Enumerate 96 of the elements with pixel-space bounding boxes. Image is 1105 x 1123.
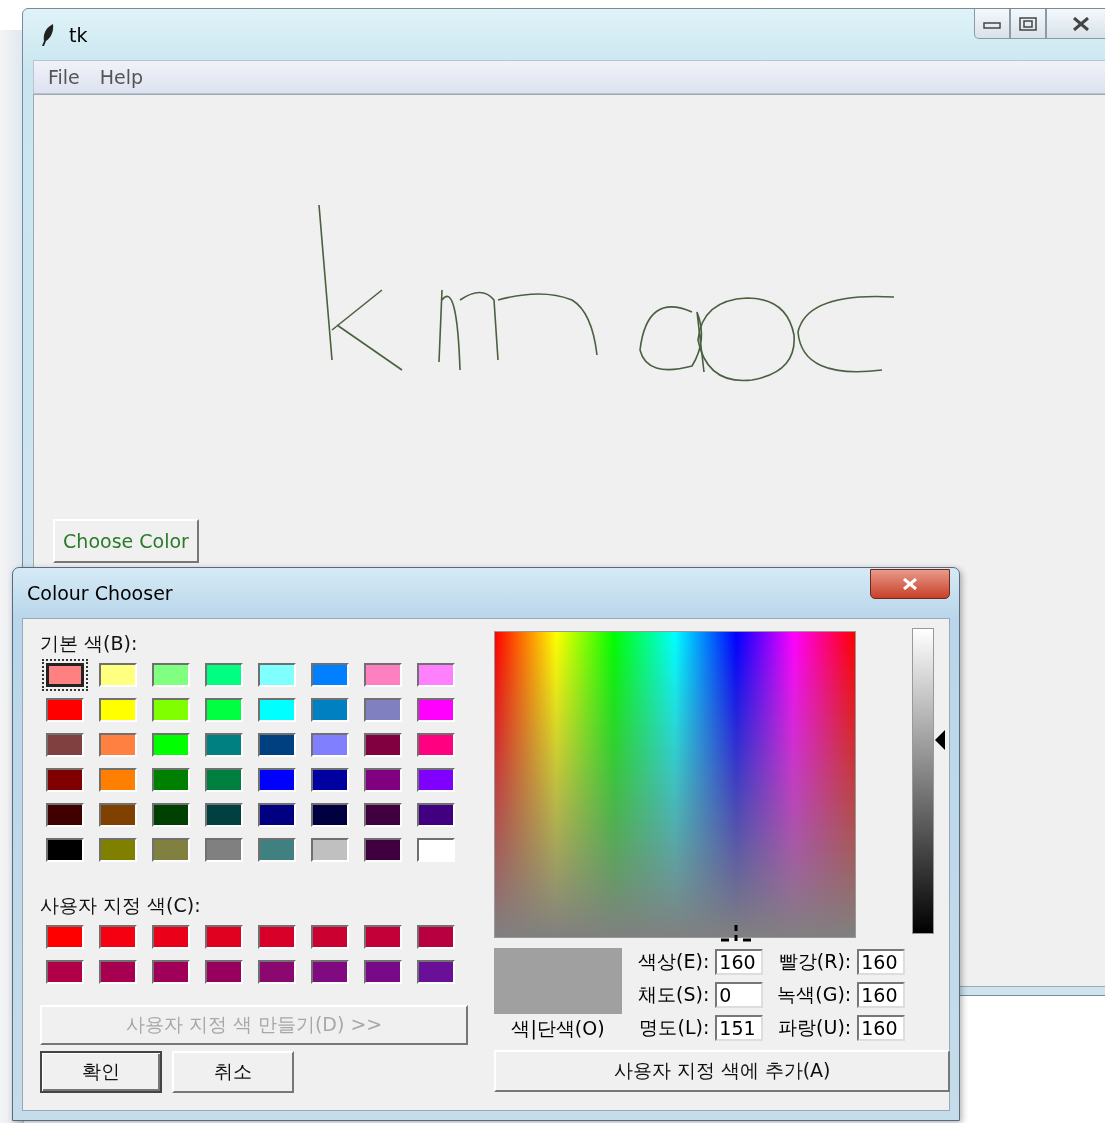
color-swatch[interactable]	[99, 733, 137, 757]
field-label: 채도(S):	[638, 982, 710, 1007]
color-swatch[interactable]	[152, 838, 190, 862]
color-swatch[interactable]	[417, 733, 455, 757]
maximize-button[interactable]	[1010, 9, 1046, 39]
color-swatch[interactable]	[152, 768, 190, 792]
color-swatch[interactable]	[46, 733, 84, 757]
color-swatch[interactable]	[46, 925, 84, 949]
color-swatch[interactable]	[311, 925, 349, 949]
color-swatch[interactable]	[205, 960, 243, 984]
color-swatch[interactable]	[99, 663, 137, 687]
cancel-button[interactable]: 취소	[172, 1051, 294, 1093]
color-swatch[interactable]	[152, 663, 190, 687]
color-swatch[interactable]	[205, 803, 243, 827]
color-swatch[interactable]	[258, 838, 296, 862]
color-swatch[interactable]	[258, 698, 296, 722]
color-swatch[interactable]	[205, 768, 243, 792]
color-swatch[interactable]	[364, 663, 402, 687]
color-swatch[interactable]	[311, 663, 349, 687]
add-to-custom-colors-button[interactable]: 사용자 지정 색에 추가(A)	[494, 1050, 950, 1092]
color-swatch[interactable]	[46, 960, 84, 984]
field-label: 명도(L):	[639, 1015, 710, 1041]
color-swatch[interactable]	[364, 960, 402, 984]
crosshair-icon	[719, 923, 753, 943]
color-swatch[interactable]	[417, 698, 455, 722]
color-swatch[interactable]	[364, 768, 402, 792]
value-field[interactable]: 160	[715, 948, 764, 975]
color-swatch[interactable]	[258, 803, 296, 827]
color-swatch[interactable]	[417, 803, 455, 827]
color-swatch[interactable]	[417, 768, 455, 792]
ok-button[interactable]: 확인	[40, 1051, 162, 1093]
color-swatch[interactable]	[417, 925, 455, 949]
color-swatch[interactable]	[99, 803, 137, 827]
value-field[interactable]: 160	[857, 1015, 906, 1042]
close-button[interactable]	[870, 569, 950, 599]
color-swatch[interactable]	[46, 803, 84, 827]
color-swatch[interactable]	[258, 768, 296, 792]
feather-icon	[41, 22, 55, 47]
color-swatch[interactable]	[152, 960, 190, 984]
color-swatch[interactable]	[311, 698, 349, 722]
color-swatch[interactable]	[364, 698, 402, 722]
solid-color-label: 색|단색(O)	[511, 1016, 605, 1042]
color-swatch[interactable]	[364, 733, 402, 757]
color-swatch[interactable]	[258, 733, 296, 757]
color-swatch[interactable]	[311, 768, 349, 792]
color-swatch[interactable]	[46, 768, 84, 792]
slider-arrow-icon[interactable]	[935, 730, 945, 751]
value-field[interactable]: 160	[857, 948, 906, 975]
value-field[interactable]: 160	[857, 982, 906, 1008]
color-swatch[interactable]	[364, 803, 402, 827]
value-field[interactable]: 151	[715, 1015, 764, 1042]
color-swatch[interactable]	[258, 960, 296, 984]
color-swatch[interactable]	[46, 838, 84, 862]
color-swatch[interactable]	[205, 838, 243, 862]
menu-item[interactable]: File	[48, 66, 80, 88]
color-swatch[interactable]	[311, 733, 349, 757]
value-field[interactable]: 0	[715, 982, 764, 1008]
close-button[interactable]	[1046, 9, 1105, 39]
color-swatch[interactable]	[152, 733, 190, 757]
color-swatch[interactable]	[417, 663, 455, 687]
field-label: 녹색(G):	[777, 982, 852, 1007]
color-swatch[interactable]	[311, 960, 349, 984]
field-label: 색상(E):	[638, 948, 710, 974]
dialog-title: Colour Chooser	[27, 582, 173, 604]
color-swatch[interactable]	[99, 768, 137, 792]
basic-colors-label: 기본 색(B):	[40, 631, 139, 656]
color-swatch[interactable]	[417, 960, 455, 984]
color-swatch[interactable]	[417, 838, 455, 862]
color-swatch[interactable]	[205, 663, 243, 687]
color-swatch[interactable]	[205, 733, 243, 757]
close-icon	[902, 578, 918, 590]
color-swatch[interactable]	[99, 838, 137, 862]
field-label: 빨강(R):	[778, 948, 852, 974]
menu-item[interactable]: Help	[99, 66, 144, 88]
color-swatch[interactable]	[258, 925, 296, 949]
color-swatch[interactable]	[46, 698, 84, 722]
color-swatch[interactable]	[205, 925, 243, 949]
color-swatch[interactable]	[311, 838, 349, 862]
maximize-icon	[1019, 16, 1037, 31]
color-swatch[interactable]	[99, 960, 137, 984]
minimize-button[interactable]	[974, 9, 1010, 39]
color-swatch[interactable]	[364, 925, 402, 949]
color-swatch[interactable]	[99, 698, 137, 722]
color-swatch[interactable]	[152, 925, 190, 949]
close-icon	[1071, 16, 1091, 31]
color-swatch[interactable]	[311, 803, 349, 827]
custom-colors-label: 사용자 지정 색(C):	[40, 893, 202, 918]
choose-color-button[interactable]: Choose Color	[53, 519, 199, 563]
color-swatch[interactable]	[205, 698, 243, 722]
window-title: tk	[69, 23, 88, 46]
color-swatch[interactable]	[364, 838, 402, 862]
field-label: 파랑(U):	[778, 1015, 852, 1041]
color-swatch[interactable]	[258, 663, 296, 687]
color-swatch[interactable]	[152, 698, 190, 722]
color-swatch[interactable]	[152, 803, 190, 827]
color-swatch[interactable]	[99, 925, 137, 949]
